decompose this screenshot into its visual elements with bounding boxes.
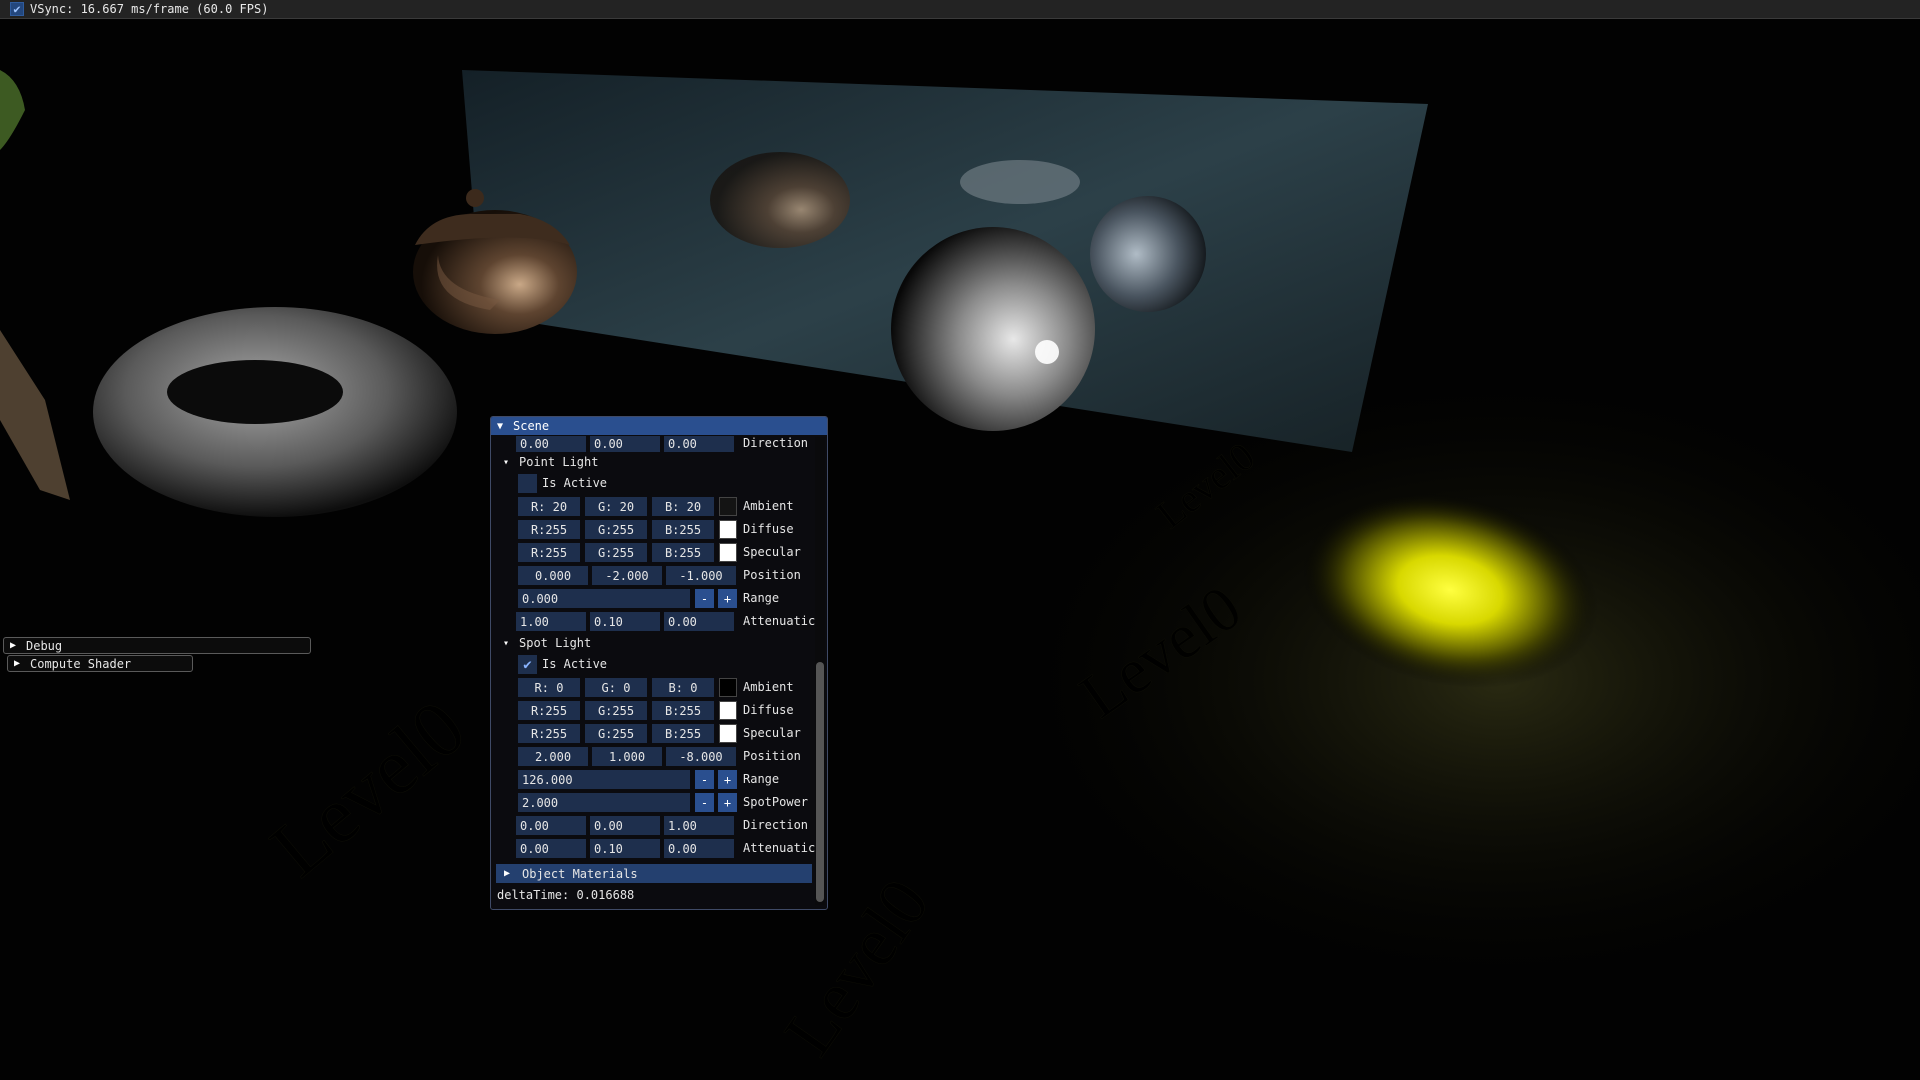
- point-diffuse-g-field[interactable]: G:255: [585, 520, 647, 539]
- point-specular-g-field[interactable]: G:255: [585, 543, 647, 562]
- point-diffuse-label: Diffuse: [743, 522, 794, 536]
- point-ambient-g-field[interactable]: G: 20: [585, 497, 647, 516]
- spot-range-input[interactable]: 126.000: [518, 770, 690, 789]
- point-specular-r-field[interactable]: R:255: [518, 543, 580, 562]
- point-attenuation-label: Attenuatic: [743, 614, 816, 628]
- point-diffuse-r-field[interactable]: R:255: [518, 520, 580, 539]
- viewport-3d[interactable]: Level0 Level0 Level0 Level0: [0, 0, 1920, 1080]
- point-specular-label: Specular: [743, 545, 801, 559]
- vsync-checkbox[interactable]: ✔: [10, 2, 24, 16]
- spot-light-active-checkbox[interactable]: ✔: [518, 655, 537, 674]
- spot-position-z-field[interactable]: -8.000: [666, 747, 736, 766]
- collapse-arrow-icon[interactable]: ▾: [503, 638, 513, 649]
- scene-window-titlebar[interactable]: ▼ Scene: [491, 417, 827, 435]
- collapse-arrow-icon[interactable]: ▾: [503, 457, 513, 468]
- object-materials-header[interactable]: ▶ Object Materials: [496, 864, 812, 883]
- point-ambient-b-field[interactable]: B: 20: [652, 497, 714, 516]
- spot-power-decrement-button[interactable]: -: [695, 793, 714, 812]
- spot-specular-r-field[interactable]: R:255: [518, 724, 580, 743]
- spot-range-increment-button[interactable]: +: [718, 770, 737, 789]
- spot-diffuse-r-field[interactable]: R:255: [518, 701, 580, 720]
- direction-y-field[interactable]: 0.00: [590, 436, 660, 452]
- point-ambient-label: Ambient: [743, 499, 794, 513]
- spot-power-increment-button[interactable]: +: [718, 793, 737, 812]
- direction-z-field[interactable]: 0.00: [664, 436, 734, 452]
- point-light-header-label: Point Light: [519, 455, 599, 469]
- point-position-x-field[interactable]: 0.000: [518, 566, 588, 585]
- point-attenuation-1-field[interactable]: 0.10: [590, 612, 660, 631]
- spot-specular-g-field[interactable]: G:255: [585, 724, 647, 743]
- point-attenuation-0-field[interactable]: 1.00: [516, 612, 586, 631]
- torus-model: [93, 307, 457, 517]
- vsync-frame-stats: VSync: 16.667 ms/frame (60.0 FPS): [30, 2, 269, 16]
- spot-direction-y-field[interactable]: 0.00: [590, 816, 660, 835]
- point-position-z-field[interactable]: -1.000: [666, 566, 736, 585]
- point-position-label: Position: [743, 568, 801, 582]
- point-range-label: Range: [743, 591, 780, 605]
- object-materials-label: Object Materials: [522, 866, 638, 881]
- spot-position-x-field[interactable]: 2.000: [518, 747, 588, 766]
- point-ambient-r-field[interactable]: R: 20: [518, 497, 580, 516]
- point-specular-color-swatch[interactable]: [719, 543, 737, 562]
- spot-specular-b-field[interactable]: B:255: [652, 724, 714, 743]
- collapse-arrow-icon[interactable]: ▼: [497, 421, 507, 432]
- point-range-increment-button[interactable]: +: [718, 589, 737, 608]
- spot-direction-x-field[interactable]: 0.00: [516, 816, 586, 835]
- point-light-active-label: Is Active: [542, 476, 608, 490]
- compute-shader-window-title: Compute Shader: [30, 656, 132, 671]
- spot-direction-z-field[interactable]: 1.00: [664, 816, 734, 835]
- scene-window-title: Scene: [513, 419, 550, 433]
- spot-specular-color-swatch[interactable]: [719, 724, 737, 743]
- spot-attenuation-2-field[interactable]: 0.00: [664, 839, 734, 858]
- point-ambient-color-swatch[interactable]: [719, 497, 737, 516]
- spot-specular-label: Specular: [743, 726, 801, 740]
- spot-power-input[interactable]: 2.000: [518, 793, 690, 812]
- spot-range-label: Range: [743, 772, 780, 786]
- point-specular-b-field[interactable]: B:255: [652, 543, 714, 562]
- spot-ambient-r-field[interactable]: R: 0: [518, 678, 580, 697]
- scene-window-scrollbar[interactable]: [815, 437, 825, 905]
- point-diffuse-color-swatch[interactable]: [719, 520, 737, 539]
- main-menu-bar: ✔ VSync: 16.667 ms/frame (60.0 FPS): [0, 0, 1920, 19]
- spot-diffuse-g-field[interactable]: G:255: [585, 701, 647, 720]
- spot-light-header-label: Spot Light: [519, 636, 592, 650]
- spot-diffuse-color-swatch[interactable]: [719, 701, 737, 720]
- spot-light-active-label: Is Active: [542, 657, 608, 671]
- point-diffuse-b-field[interactable]: B:255: [652, 520, 714, 539]
- spot-ambient-color-swatch[interactable]: [719, 678, 737, 697]
- spot-position-y-field[interactable]: 1.000: [592, 747, 662, 766]
- expand-arrow-icon[interactable]: ▶: [10, 640, 20, 651]
- point-attenuation-2-field[interactable]: 0.00: [664, 612, 734, 631]
- spot-ambient-g-field[interactable]: G: 0: [585, 678, 647, 697]
- spot-light-header[interactable]: ▾ Spot Light: [503, 636, 591, 650]
- spot-ambient-label: Ambient: [743, 680, 794, 694]
- compute-shader-window-collapsed[interactable]: ▶ Compute Shader: [7, 655, 193, 672]
- point-position-y-field[interactable]: -2.000: [592, 566, 662, 585]
- direction-label: Direction: [743, 436, 809, 450]
- spot-attenuation-0-field[interactable]: 0.00: [516, 839, 586, 858]
- expand-arrow-icon[interactable]: ▶: [14, 658, 24, 669]
- spot-attenuation-1-field[interactable]: 0.10: [590, 839, 660, 858]
- spot-diffuse-b-field[interactable]: B:255: [652, 701, 714, 720]
- point-light-active-checkbox[interactable]: [518, 474, 537, 493]
- scrollbar-grab[interactable]: [816, 662, 824, 902]
- direction-x-field[interactable]: 0.00: [516, 436, 586, 452]
- point-range-input[interactable]: 0.000: [518, 589, 690, 608]
- spot-attenuation-label: Attenuatic: [743, 841, 816, 855]
- spot-range-decrement-button[interactable]: -: [695, 770, 714, 789]
- spot-direction-label: Direction: [743, 818, 809, 832]
- delta-time-text: deltaTime: 0.016688: [497, 888, 635, 902]
- expand-arrow-icon[interactable]: ▶: [504, 868, 514, 879]
- point-range-decrement-button[interactable]: -: [695, 589, 714, 608]
- spot-diffuse-label: Diffuse: [743, 703, 794, 717]
- spot-position-label: Position: [743, 749, 801, 763]
- spot-power-label: SpotPower: [743, 795, 809, 809]
- scene-window: ▼ Scene 0.00 0.00 0.00 Direction ▾ Point…: [490, 416, 828, 910]
- spot-ambient-b-field[interactable]: B: 0: [652, 678, 714, 697]
- sphere-model: [891, 227, 1095, 431]
- debug-window-title: Debug: [26, 638, 63, 653]
- debug-window-collapsed[interactable]: ▶ Debug: [3, 637, 311, 654]
- point-light-header[interactable]: ▾ Point Light: [503, 455, 598, 469]
